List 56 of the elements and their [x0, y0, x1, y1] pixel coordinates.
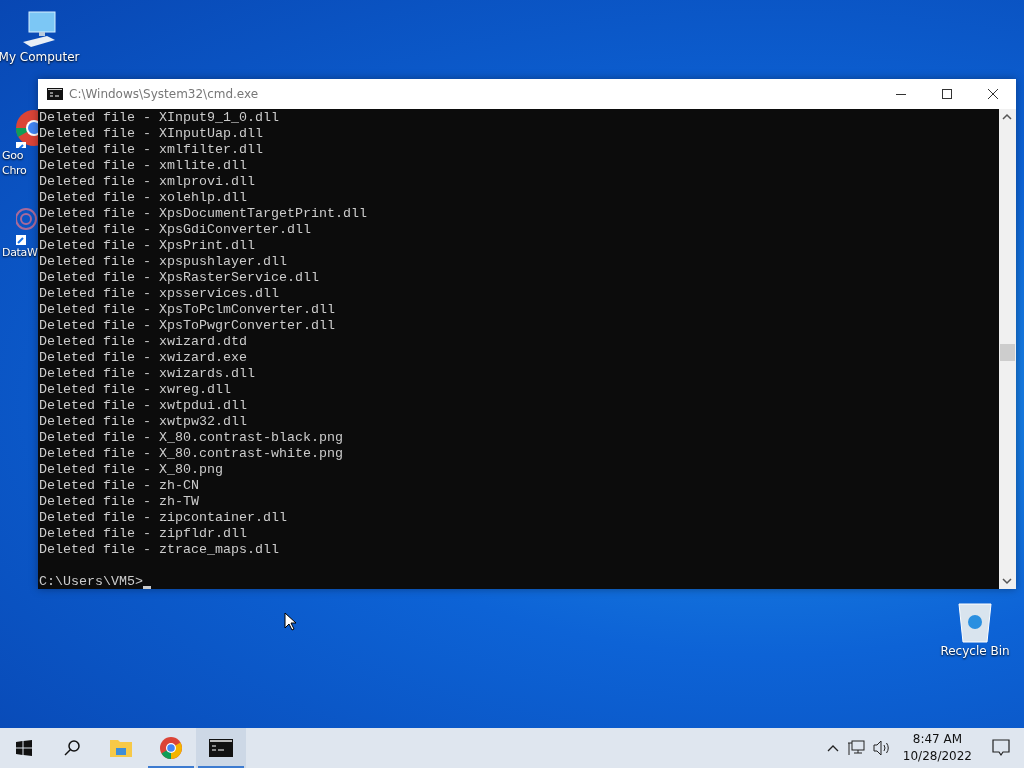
- console-line: Deleted file - zh-TW: [39, 494, 199, 510]
- console-line: Deleted file - xwizard.dtd: [39, 334, 247, 350]
- console-line: Deleted file - xwizard.exe: [39, 350, 247, 366]
- network-drawing-icon[interactable]: [16, 205, 38, 245]
- console-line: Deleted file - xwtpdui.dll: [39, 398, 247, 414]
- console-line: Deleted file - zipcontainer.dll: [39, 510, 287, 526]
- taskbar-app-button[interactable]: [196, 728, 246, 768]
- console-line: Deleted file - xwtpw32.dll: [39, 414, 247, 430]
- console-line: Deleted file - ztrace_maps.dll: [39, 542, 279, 558]
- search-icon: [63, 739, 81, 757]
- mouse-pointer-icon: [284, 612, 296, 631]
- console-line: Deleted file - XpsGdiConverter.dll: [39, 222, 311, 238]
- clock-time[interactable]: 8:47 AM: [912, 731, 963, 748]
- console-icon: [47, 88, 63, 100]
- console-line: Deleted file - XpsDocumentTargetPrint.dll: [39, 206, 367, 222]
- desktop-icon-label[interactable]: Goo: [2, 148, 24, 163]
- scrollbar[interactable]: [999, 109, 1016, 589]
- console-line: Deleted file - XInputUap.dll: [39, 126, 263, 142]
- console-line: Deleted file - xpsservices.dll: [39, 286, 279, 302]
- console-line: Deleted file - XpsToPwgrConverter.dll: [39, 318, 335, 334]
- recycle-bin-icon[interactable]: [955, 600, 995, 644]
- console-line: Deleted file - XpsPrint.dll: [39, 238, 255, 254]
- chrome-icon: [159, 736, 183, 760]
- console-line: Deleted file - xwreg.dll: [39, 382, 231, 398]
- maximize-icon: [942, 89, 952, 99]
- windows-logo-icon: [16, 740, 32, 756]
- console-line: Deleted file - xpspushlayer.dll: [39, 254, 287, 270]
- console-line: Deleted file - xmlfilter.dll: [39, 142, 263, 158]
- console-line: Deleted file - X_80.contrast-black.png: [39, 430, 343, 446]
- clock-date[interactable]: 10/28/2022: [902, 748, 972, 765]
- console-line: Deleted file - X_80.png: [39, 462, 223, 478]
- console-line: Deleted file - XInput9_1_0.dll: [39, 110, 279, 126]
- console-line: Deleted file - X_80.contrast-white.png: [39, 446, 343, 462]
- notification-icon[interactable]: [992, 739, 1010, 757]
- console-line: Deleted file - xolehlp.dll: [39, 190, 247, 206]
- desktop-icon-label[interactable]: DataW: [2, 245, 38, 260]
- scrollbar-thumb[interactable]: [1000, 344, 1015, 361]
- speaker-icon[interactable]: [872, 740, 891, 756]
- desktop-icon-label[interactable]: Chro: [2, 163, 27, 178]
- console-icon: [209, 739, 233, 757]
- console-line: Deleted file - xwizards.dll: [39, 366, 255, 382]
- desktop-icon-label[interactable]: My Computer: [0, 50, 80, 65]
- desktop-icon-label[interactable]: Recycle Bin: [940, 644, 1010, 659]
- chevron-up-icon[interactable]: [826, 744, 839, 752]
- folder-icon: [109, 738, 133, 758]
- console-line: Deleted file - xmlprovi.dll: [39, 174, 255, 190]
- command-prompt: C:\Users\VM5>: [39, 574, 143, 589]
- window-title: C:\Windows\System32\cmd.exe: [69, 87, 259, 101]
- console-line: Deleted file - zh-CN: [39, 478, 199, 494]
- close-icon: [988, 89, 998, 99]
- network-icon[interactable]: [846, 740, 865, 756]
- console-line: Deleted file - XpsRasterService.dll: [39, 270, 319, 286]
- console-line: Deleted file - xmllite.dll: [39, 158, 247, 174]
- console-line: Deleted file - zipfldr.dll: [39, 526, 247, 542]
- text-cursor: [143, 586, 151, 589]
- console-line: Deleted file - XpsToPclmConverter.dll: [39, 302, 335, 318]
